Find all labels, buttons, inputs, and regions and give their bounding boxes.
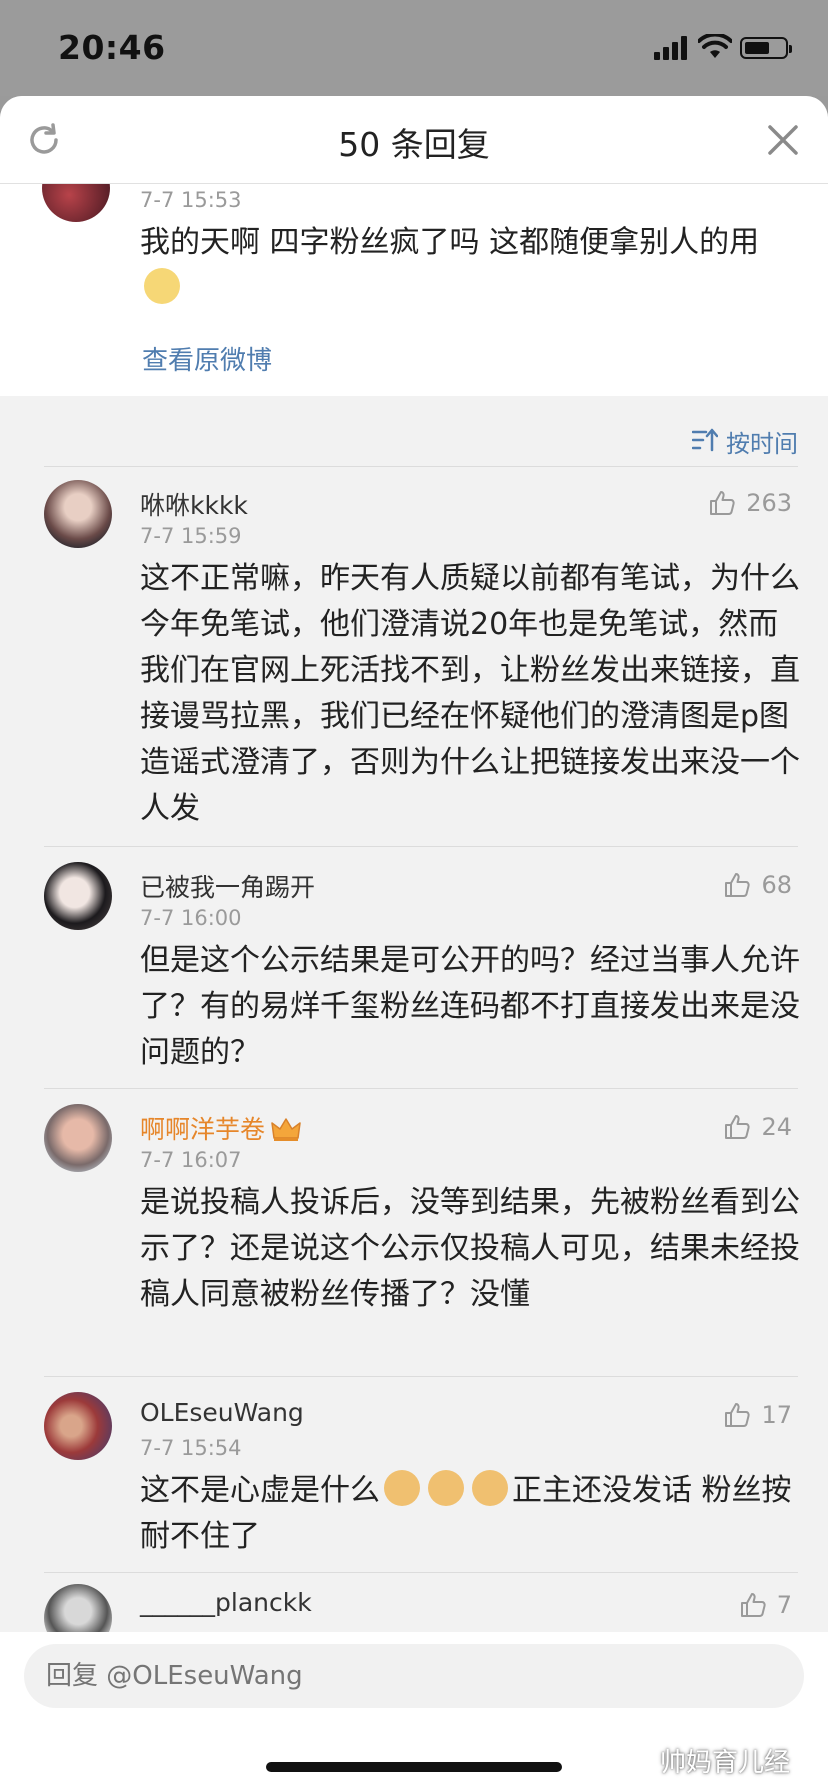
view-original-weibo-link[interactable]: 查看原微博 — [142, 340, 272, 377]
comment-text: 但是这个公示结果是可公开的吗？经过当事人允许了？有的易烊千玺粉丝连码都不打直接发… — [140, 943, 800, 1070]
user-name[interactable]: 咻咻kkkk — [140, 486, 248, 522]
divider — [44, 1572, 798, 1573]
comment-text: 我的天啊 四字粉丝疯了吗 这都随便拿别人的用 — [140, 220, 800, 312]
battery-icon — [740, 37, 792, 59]
sort-by-time-button[interactable]: 按时间 — [726, 424, 798, 459]
comment-item: 啊啊洋芋卷 24 7-7 16:07 是说投稿人投诉后，没等到结果，先被粉丝看到… — [0, 1090, 828, 1380]
comment-time: 7-7 15:53 — [140, 188, 242, 212]
user-name[interactable]: ______planckk — [140, 1588, 312, 1617]
like-count: 68 — [761, 871, 792, 899]
comment-item: ______planckk 7 — [0, 1574, 828, 1634]
thumbs-up-icon — [725, 873, 751, 897]
avatar[interactable] — [44, 862, 112, 930]
thumbs-up-icon — [725, 1115, 751, 1139]
avatar[interactable] — [44, 1392, 112, 1460]
sheet-header: 50 条回复 — [0, 96, 828, 184]
watermark: 帅妈育儿经 — [660, 1748, 791, 1778]
avatar[interactable] — [44, 1584, 112, 1634]
crown-icon — [271, 1118, 301, 1141]
comment-time: 7-7 16:00 — [140, 906, 242, 930]
user-name[interactable]: 啊啊洋芋卷 — [140, 1110, 301, 1146]
sort-icon[interactable] — [692, 428, 718, 452]
doge-emoji — [472, 1470, 508, 1506]
thumbs-up-icon — [740, 1593, 766, 1617]
comment-text: 这不正常嘛，昨天有人质疑以前都有笔试，为什么今年免笔试，他们澄清说20年也是免笔… — [140, 561, 800, 826]
comment-time: 7-7 15:54 — [140, 1436, 242, 1460]
sort-row: 按时间 — [0, 396, 828, 466]
like-button[interactable]: 7 — [739, 1590, 792, 1620]
like-count: 263 — [746, 489, 792, 517]
like-button[interactable]: 24 — [723, 1112, 792, 1142]
divider — [44, 1376, 798, 1377]
status-bar: 20:46 — [0, 0, 828, 96]
cellular-signal-icon — [654, 36, 690, 60]
reply-input[interactable] — [24, 1644, 804, 1708]
sheet-title: 50 条回复 — [338, 125, 490, 164]
comment-text: 这不是心虚是什么 正主还没发话 粉丝按耐不住了 — [140, 1468, 800, 1560]
doge-emoji — [384, 1470, 420, 1506]
like-count: 17 — [761, 1401, 792, 1429]
like-button[interactable]: 17 — [723, 1400, 792, 1430]
home-indicator[interactable] — [266, 1762, 562, 1772]
status-time: 20:46 — [58, 28, 166, 67]
thumbs-up-icon — [725, 1403, 751, 1427]
user-name[interactable]: OLEseuWang — [140, 1398, 304, 1427]
source-comment: 7-7 15:53 我的天啊 四字粉丝疯了吗 这都随便拿别人的用 查看原微博 — [0, 154, 828, 396]
wifi-icon — [698, 34, 732, 58]
doge-emoji — [428, 1470, 464, 1506]
comment-text: 是说投稿人投诉后，没等到结果，先被粉丝看到公示了？还是说这个公示仅投稿人可见，结… — [140, 1185, 800, 1312]
close-icon[interactable] — [766, 123, 800, 157]
replies-sheet: 50 条回复 7-7 15:53 我的天啊 四字粉丝疯了吗 这都随便拿别人的用 … — [0, 96, 828, 1792]
eye-roll-emoji — [144, 268, 180, 304]
divider — [44, 846, 798, 847]
user-name[interactable]: 已被我一角踢开 — [140, 868, 315, 904]
like-button[interactable]: 68 — [723, 870, 792, 900]
comment-item: 咻咻kkkk 263 7-7 15:59 这不正常嘛，昨天有人质疑以前都有笔试，… — [0, 466, 828, 826]
like-button[interactable]: 263 — [708, 488, 792, 518]
avatar[interactable] — [44, 1104, 112, 1172]
comment-item: 已被我一角踢开 68 7-7 16:00 但是这个公示结果是可公开的吗？经过当事… — [0, 848, 828, 1088]
thumbs-up-icon — [710, 491, 735, 515]
comment-time: 7-7 16:07 — [140, 1148, 242, 1172]
comment-item: OLEseuWang 17 7-7 15:54 这不是心虚是什么 正主还没发话 粉… — [0, 1378, 828, 1572]
like-count: 7 — [776, 1591, 792, 1619]
comment-time: 7-7 15:59 — [140, 524, 242, 548]
avatar[interactable] — [44, 480, 112, 548]
divider — [44, 1088, 798, 1089]
like-count: 24 — [761, 1113, 792, 1141]
